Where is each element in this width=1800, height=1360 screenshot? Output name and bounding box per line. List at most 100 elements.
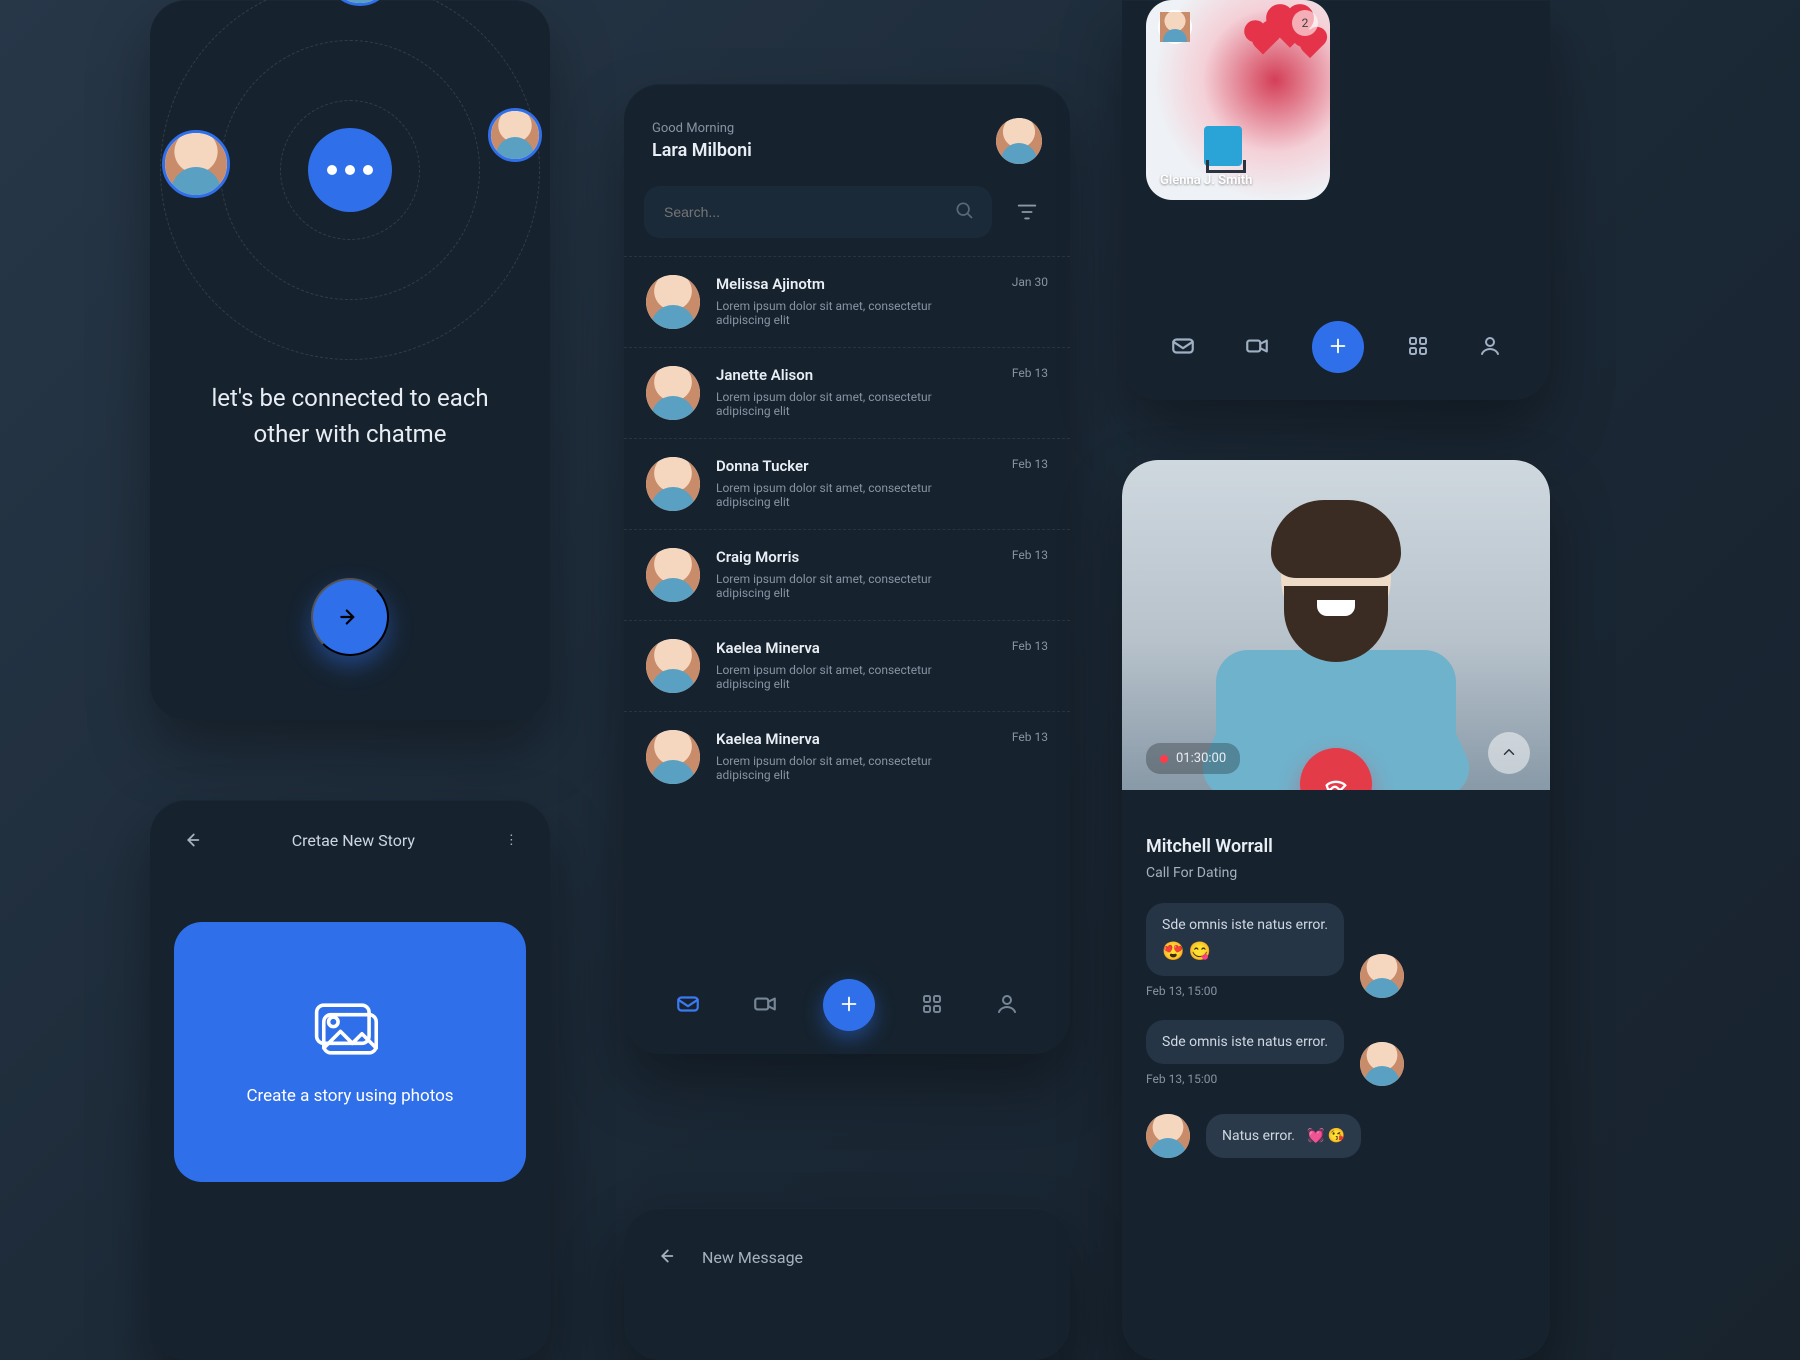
feed-top-screen: 2 Glenna J. Smith (1122, 0, 1550, 400)
list-item[interactable]: Melissa Ajinotm Lorem ipsum dolor sit am… (624, 256, 1070, 348)
message-emoji: 😍 😋 (1162, 941, 1328, 962)
contact-name: Kaelea Minerva (716, 730, 946, 748)
timestamp: Feb 13 (1012, 366, 1048, 380)
envelope-icon (675, 991, 701, 1020)
collapse-button[interactable] (1488, 732, 1530, 774)
tab-add[interactable] (823, 979, 875, 1031)
timestamp: Feb 13 (1012, 639, 1048, 653)
avatar (646, 730, 700, 784)
avatar (1146, 1114, 1190, 1158)
timestamp: Jan 30 (1012, 275, 1048, 289)
call-video: 01:30:00 (1122, 460, 1550, 790)
avatar (646, 457, 700, 511)
tab-messages[interactable] (1164, 332, 1202, 363)
contact-name: Craig Morris (716, 548, 946, 566)
inbox-screen: Good Morning Lara Milboni Melissa Ajinot… (624, 84, 1070, 1054)
timestamp: Feb 13 (1012, 457, 1048, 471)
chat-message: Sde omnis iste natus error. Feb 13, 15:0… (1146, 1020, 1526, 1086)
onboarding-screen: let's be connected to each other with ch… (150, 0, 550, 720)
message-preview: Lorem ipsum dolor sit amet, consectetur … (716, 663, 946, 691)
contact-name: Kaelea Minerva (716, 639, 946, 657)
timestamp: Feb 13 (1012, 548, 1048, 562)
avatar (1158, 10, 1192, 44)
message-time: Feb 13, 15:00 (1146, 1072, 1344, 1086)
greeting-label: Good Morning (652, 121, 752, 136)
avatar (162, 130, 230, 198)
video-icon (752, 991, 778, 1020)
message-preview: Lorem ipsum dolor sit amet, consectetur … (716, 481, 946, 509)
user-icon (1478, 346, 1502, 361)
tab-bar (1142, 312, 1530, 382)
chevron-up-icon (1500, 743, 1518, 764)
list-item[interactable]: Donna Tucker Lorem ipsum dolor sit amet,… (624, 439, 1070, 530)
message-text: Sde omnis iste natus error. (1162, 917, 1328, 933)
create-story-photos-tile[interactable]: Create a story using photos (174, 922, 526, 1182)
user-name: Lara Milboni (652, 140, 752, 161)
envelope-icon (1170, 347, 1196, 362)
tab-video[interactable] (1238, 332, 1276, 363)
avatar (646, 275, 700, 329)
chat-draft-row: Natus error. 💓 😘 (1146, 1114, 1526, 1158)
images-icon (311, 998, 389, 1064)
tab-bar (639, 970, 1055, 1040)
list-item[interactable]: Kaelea Minerva Lorem ipsum dolor sit ame… (624, 621, 1070, 712)
message-preview: Lorem ipsum dolor sit amet, consectetur … (716, 299, 946, 327)
message-time: Feb 13, 15:00 (1146, 984, 1344, 998)
video-icon (1244, 347, 1270, 362)
contact-name: Melissa Ajinotm (716, 275, 946, 293)
plus-icon (1327, 335, 1349, 360)
radar-graphic (150, 0, 550, 380)
grid-icon (1406, 346, 1430, 361)
continue-button[interactable] (311, 578, 389, 656)
message-preview: Lorem ipsum dolor sit amet, consectetur … (716, 572, 946, 600)
list-item[interactable]: Craig Morris Lorem ipsum dolor sit amet,… (624, 530, 1070, 621)
tab-profile[interactable] (1472, 333, 1508, 362)
create-story-screen: Cretae New Story ⋮ Create a story using … (150, 800, 550, 1360)
user-icon (995, 992, 1019, 1019)
avatar (646, 366, 700, 420)
tab-profile[interactable] (989, 991, 1025, 1020)
avatar (646, 639, 700, 693)
tab-messages[interactable] (669, 990, 707, 1021)
contact-name: Janette Alison (716, 366, 946, 384)
tab-add[interactable] (1312, 321, 1364, 373)
back-button[interactable] (648, 1244, 682, 1271)
back-button[interactable] (174, 828, 208, 852)
new-message-screen: New Message (624, 1208, 1070, 1360)
plus-icon (838, 993, 860, 1018)
contact-name: Donna Tucker (716, 457, 946, 475)
more-button[interactable]: ⋮ (499, 831, 526, 849)
conversation-list: Melissa Ajinotm Lorem ipsum dolor sit am… (624, 256, 1070, 802)
avatar (1360, 1042, 1404, 1086)
grid-icon (920, 992, 944, 1019)
avatar[interactable] (996, 118, 1042, 164)
avatar (1360, 954, 1404, 998)
avatar (646, 548, 700, 602)
message-text: Sde omnis iste natus error. (1162, 1034, 1328, 1050)
avatar (488, 108, 542, 162)
draft-emoji: 💓 😘 (1307, 1128, 1345, 1144)
story-count-badge: 2 (1292, 10, 1318, 36)
list-item[interactable]: Janette Alison Lorem ipsum dolor sit ame… (624, 348, 1070, 439)
timestamp: Feb 13 (1012, 730, 1048, 744)
list-item[interactable]: Kaelea Minerva Lorem ipsum dolor sit ame… (624, 712, 1070, 802)
tab-apps[interactable] (914, 991, 950, 1020)
chat-message: Sde omnis iste natus error. 😍 😋 Feb 13, … (1146, 903, 1526, 998)
search-field[interactable] (662, 203, 954, 221)
story-card[interactable]: 2 Glenna J. Smith (1146, 0, 1330, 200)
tab-video[interactable] (746, 990, 784, 1021)
tile-label: Create a story using photos (246, 1086, 453, 1106)
message-preview: Lorem ipsum dolor sit amet, consectetur … (716, 390, 946, 418)
tab-apps[interactable] (1400, 333, 1436, 362)
call-subtitle: Call For Dating (1146, 865, 1526, 881)
filter-button[interactable] (1004, 186, 1050, 238)
message-input[interactable]: Natus error. 💓 😘 (1206, 1114, 1361, 1158)
search-input[interactable] (644, 186, 992, 238)
caller-image (1196, 500, 1476, 790)
message-preview: Lorem ipsum dolor sit amet, consectetur … (716, 754, 946, 782)
onboarding-tagline: let's be connected to each other with ch… (150, 380, 550, 452)
caller-name: Mitchell Worrall (1146, 836, 1526, 857)
record-indicator-icon (1160, 755, 1168, 763)
search-icon (954, 200, 974, 224)
phone-icon (1322, 769, 1350, 791)
